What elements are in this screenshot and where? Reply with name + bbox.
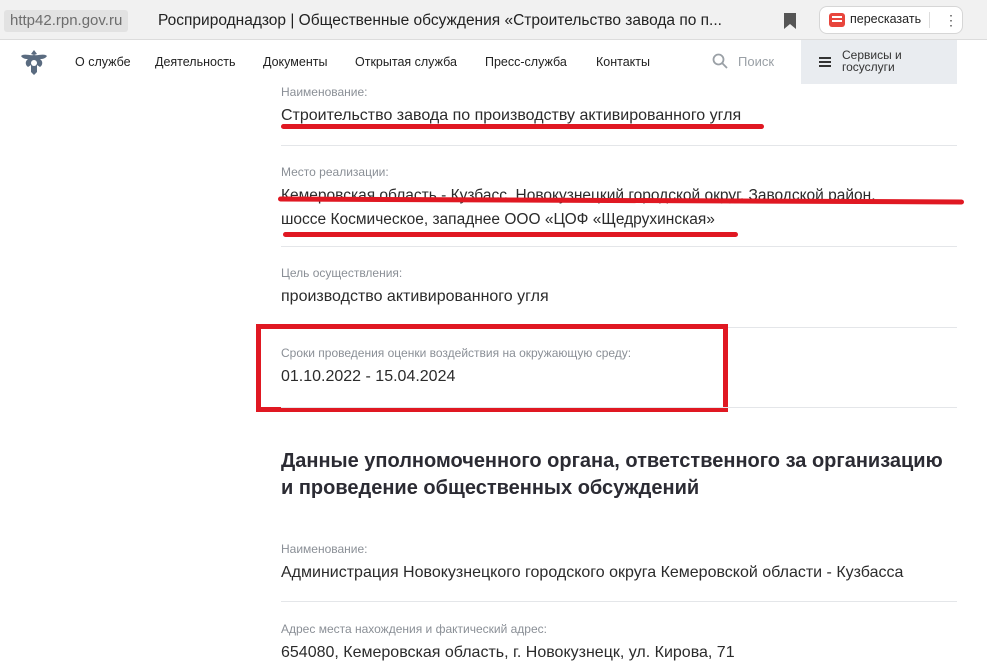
place-value: Кемеровская область - Кузбасс, Новокузне… <box>281 187 876 228</box>
search-icon <box>712 53 728 69</box>
site-navigation: О службе Деятельность Документы Открытая… <box>0 40 987 84</box>
authority-address-field: Адрес места нахождения и фактический адр… <box>281 622 957 664</box>
purpose-field: Цель осуществления: производство активир… <box>281 266 957 308</box>
retell-button[interactable]: пересказать ⋮ <box>819 6 963 34</box>
authority-name-field: Наименование: Администрация Новокузнецко… <box>281 542 957 584</box>
nav-item-press[interactable]: Пресс-служба <box>485 55 567 69</box>
divider <box>281 145 957 146</box>
more-options-icon[interactable]: ⋮ <box>944 11 958 29</box>
search-label: Поиск <box>738 54 775 69</box>
services-button[interactable]: Сервисы и госуслуги <box>801 40 957 84</box>
browser-toolbar: http42.rpn.gov.ru Росприроднадзор | Обще… <box>0 0 987 40</box>
red-box-annotation <box>256 324 728 412</box>
place-label: Место реализации: <box>281 165 389 179</box>
retell-divider <box>929 12 930 28</box>
retell-icon <box>829 13 845 27</box>
bookmark-icon[interactable] <box>783 12 797 30</box>
nav-item-about[interactable]: О службе <box>75 55 131 69</box>
nav-item-documents[interactable]: Документы <box>263 55 327 69</box>
red-underline-annotation <box>281 124 764 129</box>
authority-address-label: Адрес места нахождения и фактический адр… <box>281 622 547 636</box>
authority-section-heading: Данные уполномоченного органа, ответстве… <box>281 450 943 499</box>
divider <box>281 246 957 247</box>
nav-item-activity[interactable]: Деятельность <box>155 55 235 69</box>
nav-item-open-service[interactable]: Открытая служба <box>355 55 457 69</box>
page-tab-title: Росприроднадзор | Общественные обсуждени… <box>158 12 722 29</box>
purpose-value: производство активированного угля <box>281 288 549 305</box>
retell-label: пересказать <box>850 12 922 26</box>
main-content: Наименование: Строительство завода по пр… <box>0 84 987 667</box>
menu-icon <box>819 57 831 67</box>
object-name-label: Наименование: <box>281 85 368 99</box>
nav-item-contacts[interactable]: Контакты <box>596 55 650 69</box>
authority-name-value: Администрация Новокузнецкого городского … <box>281 564 904 581</box>
address-bar-domain[interactable]: http42.rpn.gov.ru <box>4 10 129 32</box>
services-label: Сервисы и госуслуги <box>842 48 902 74</box>
red-underline-annotation <box>283 232 738 237</box>
eagle-emblem-icon[interactable] <box>18 46 50 78</box>
divider <box>281 601 957 602</box>
purpose-label: Цель осуществления: <box>281 266 403 280</box>
authority-name-label: Наименование: <box>281 542 368 556</box>
authority-address-value: 654080, Кемеровская область, г. Новокузн… <box>281 644 735 661</box>
object-name-field: Наименование: Строительство завода по пр… <box>281 85 957 127</box>
divider <box>281 407 957 408</box>
